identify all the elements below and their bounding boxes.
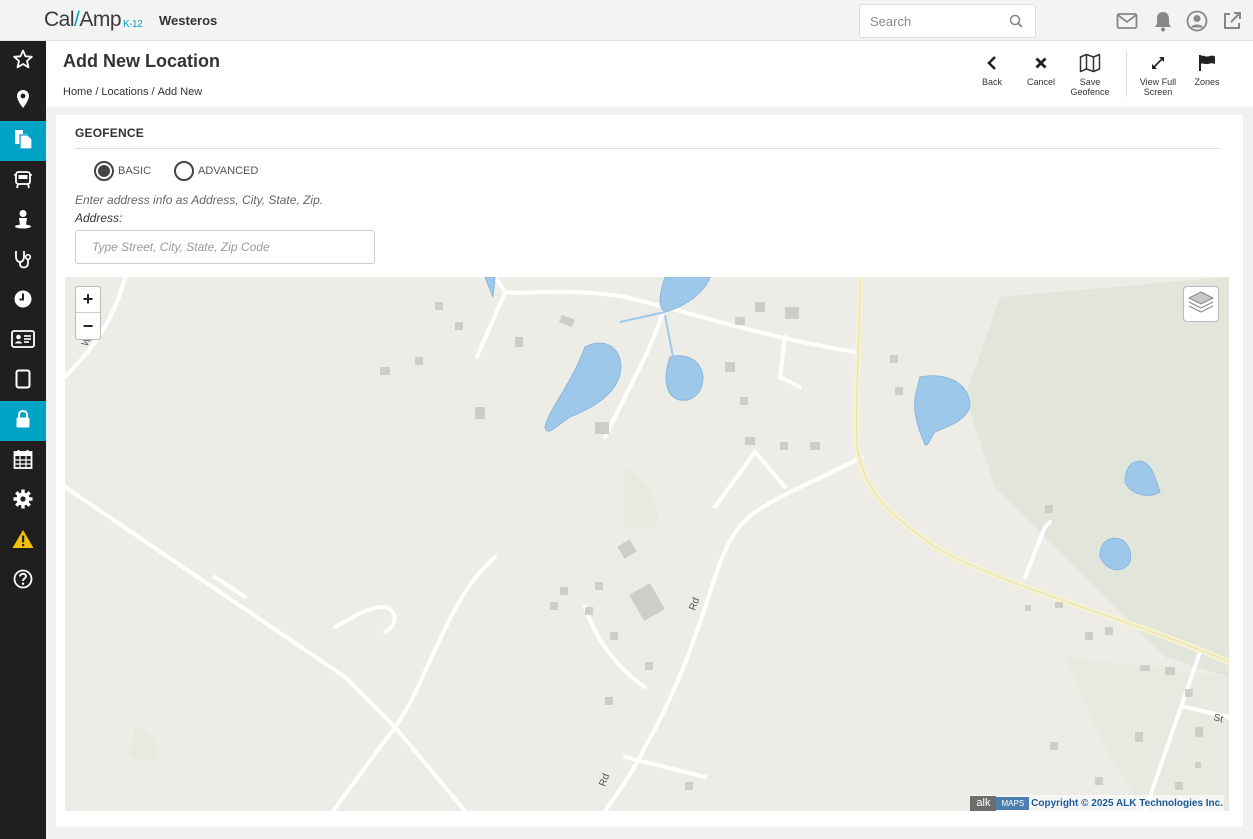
mail-icon[interactable] bbox=[1116, 10, 1138, 32]
search-icon[interactable] bbox=[1009, 14, 1023, 33]
search-input[interactable] bbox=[860, 5, 1000, 37]
section-title: GEOFENCE bbox=[75, 126, 144, 140]
radio-circle[interactable] bbox=[94, 161, 114, 181]
save-geofence-button[interactable]: Save Geofence bbox=[1065, 51, 1115, 97]
zoom-control: + − bbox=[75, 286, 101, 340]
radio-basic[interactable]: BASIC bbox=[94, 161, 151, 181]
maps-logo: MAPS bbox=[996, 796, 1030, 810]
address-label: Address: bbox=[75, 211, 123, 225]
flag-icon bbox=[1198, 54, 1216, 74]
expand-icon bbox=[1150, 55, 1166, 73]
sidebar-item-security[interactable] bbox=[0, 401, 46, 441]
map-attribution: alk MAPS Copyright © 2025 ALK Technologi… bbox=[970, 795, 1224, 811]
breadcrumb: Home / Locations / Add New bbox=[63, 86, 203, 98]
breadcrumb-current: Add New bbox=[157, 86, 203, 98]
divider bbox=[75, 148, 1219, 149]
warning-icon bbox=[12, 529, 34, 554]
sidebar-item-favorites[interactable] bbox=[0, 41, 46, 81]
documents-icon bbox=[12, 128, 34, 155]
page-title: Add New Location bbox=[63, 51, 220, 71]
sidebar-item-documents[interactable] bbox=[0, 121, 46, 161]
sidebar-item-history[interactable] bbox=[0, 281, 46, 321]
chevron-left-icon bbox=[986, 55, 998, 73]
sidebar-item-health[interactable] bbox=[0, 241, 46, 281]
tablet-icon bbox=[15, 369, 31, 394]
tenant-name[interactable]: Westeros bbox=[159, 13, 217, 28]
road-label: Rd bbox=[687, 596, 702, 612]
clock-icon bbox=[13, 289, 33, 314]
page-header: Add New Location Home / Locations / Add New … bbox=[46, 41, 1253, 107]
external-link-icon[interactable] bbox=[1221, 10, 1243, 32]
address-hint: Enter address info as Address, City, Sta… bbox=[75, 193, 324, 207]
lock-icon bbox=[15, 409, 31, 434]
sidebar-item-devices[interactable] bbox=[0, 361, 46, 401]
view-full-screen-button[interactable]: View Full Screen bbox=[1133, 51, 1183, 97]
bus-icon bbox=[13, 169, 33, 194]
radio-advanced[interactable]: ADVANCED bbox=[174, 161, 258, 181]
map-icon bbox=[1079, 53, 1101, 75]
toolbar-divider bbox=[1126, 51, 1127, 97]
back-button[interactable]: Back bbox=[967, 51, 1017, 87]
sidebar-item-students[interactable] bbox=[0, 201, 46, 241]
road-label: Rd bbox=[597, 772, 612, 788]
sidebar-item-help[interactable] bbox=[0, 561, 46, 601]
geofence-card: GEOFENCE BASIC ADVANCED Enter address in… bbox=[56, 115, 1243, 827]
map-canvas[interactable]: W Dr Rd Rd St bbox=[65, 277, 1229, 811]
layers-icon bbox=[1187, 289, 1215, 320]
layers-button[interactable] bbox=[1183, 286, 1219, 322]
breadcrumb-locations[interactable]: Locations bbox=[101, 86, 148, 98]
top-bar: Cal/Amp K-12 Westeros bbox=[0, 0, 1253, 41]
search-box[interactable] bbox=[859, 4, 1036, 38]
sidebar bbox=[0, 41, 46, 839]
help-icon bbox=[13, 569, 33, 594]
id-card-icon bbox=[11, 329, 35, 353]
star-icon bbox=[13, 49, 33, 74]
address-input[interactable] bbox=[75, 230, 375, 264]
radio-circle[interactable] bbox=[174, 161, 194, 181]
map-view[interactable]: W Dr Rd Rd St + − alk MAPS Copyright © 2… bbox=[65, 277, 1229, 811]
stethoscope-icon bbox=[13, 249, 33, 274]
zoom-in-button[interactable]: + bbox=[76, 287, 100, 313]
person-icon bbox=[14, 209, 32, 234]
close-icon bbox=[1035, 57, 1047, 71]
alk-logo: alk bbox=[970, 795, 997, 811]
sidebar-item-calendar[interactable] bbox=[0, 441, 46, 481]
zones-button[interactable]: Zones bbox=[1182, 51, 1232, 87]
calamp-logo[interactable]: Cal/Amp K-12 bbox=[44, 8, 143, 32]
breadcrumb-home[interactable]: Home bbox=[63, 86, 92, 98]
calendar-icon bbox=[13, 449, 33, 474]
bell-icon[interactable] bbox=[1152, 10, 1174, 32]
sidebar-item-locations[interactable] bbox=[0, 81, 46, 121]
sidebar-item-settings[interactable] bbox=[0, 481, 46, 521]
gear-icon bbox=[13, 489, 33, 514]
sidebar-item-alerts[interactable] bbox=[0, 521, 46, 561]
user-circle-icon[interactable] bbox=[1186, 10, 1208, 32]
zoom-out-button[interactable]: − bbox=[76, 313, 100, 339]
sidebar-item-id-cards[interactable] bbox=[0, 321, 46, 361]
sidebar-item-buses[interactable] bbox=[0, 161, 46, 201]
map-pin-icon bbox=[16, 89, 30, 114]
cancel-button[interactable]: Cancel bbox=[1016, 51, 1066, 87]
copyright-text[interactable]: Copyright © 2025 ALK Technologies Inc. bbox=[1031, 798, 1224, 809]
